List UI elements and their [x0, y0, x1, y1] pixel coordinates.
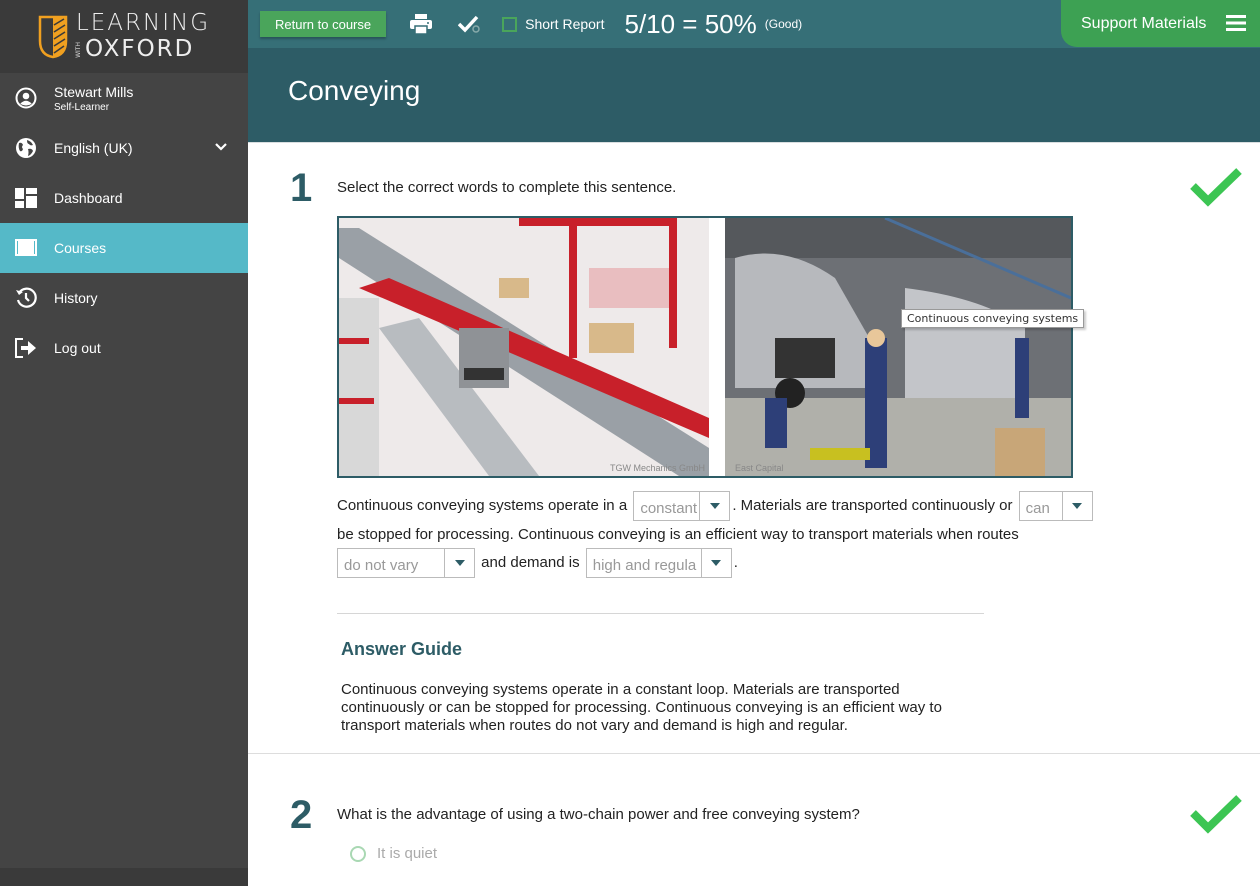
answer-guide-text: Continuous conveying systems operate in … [341, 681, 942, 734]
sidebar-item-courses[interactable]: Courses [0, 223, 248, 273]
dashboard-icon [14, 186, 38, 210]
chevron-down-icon [214, 139, 228, 155]
book-icon [14, 236, 38, 260]
sidebar-item-label: History [54, 290, 98, 306]
image-credit: TGW Mechanics GmbH [609, 463, 705, 473]
dropdown-value: can [1025, 500, 1050, 517]
sentence-text: be stopped for processing. Continuous co… [337, 526, 1019, 543]
caret-down-icon[interactable] [444, 549, 474, 577]
sidebar-item-logout[interactable]: Log out [0, 323, 248, 373]
gap-dropdown-2[interactable]: can [1018, 491, 1093, 521]
logo-line2: OXFORD [84, 36, 195, 62]
caret-down-icon[interactable] [1061, 492, 1092, 520]
radio-button[interactable] [350, 845, 366, 862]
language-selector[interactable]: English (UK) [0, 123, 248, 173]
option-label: It is quiet [377, 845, 438, 862]
user-circle-icon [14, 86, 38, 110]
user-profile[interactable]: Stewart Mills Self-Learner [0, 73, 248, 123]
globe-icon [14, 136, 38, 160]
dropdown-value: do not vary [344, 557, 419, 574]
short-report-toggle[interactable]: Short Report [502, 16, 604, 32]
image-credit: East Capital [735, 463, 784, 473]
gap-dropdown-3[interactable]: do not vary [337, 548, 475, 578]
gap-dropdown-1[interactable]: constant [633, 491, 731, 521]
question-prompt: What is the advantage of using a two-cha… [337, 806, 860, 823]
question-image: TGW Mechanics GmbH East Capital [337, 216, 1073, 478]
return-to-course-button[interactable]: Return to course [260, 11, 387, 37]
gap-dropdown-4[interactable]: high and regula [585, 548, 732, 578]
answer-guide-title: Answer Guide [341, 639, 463, 659]
logo-with: WITH [74, 41, 82, 58]
sidebar-item-dashboard[interactable]: Dashboard [0, 173, 248, 223]
short-report-label: Short Report [525, 16, 605, 32]
dropdown-value: constant [640, 500, 698, 517]
support-materials-label: Support Materials [1081, 14, 1207, 32]
page-title: Conveying [288, 75, 421, 106]
activity-content: 1 Select the correct words to complete t… [248, 143, 1260, 886]
image-tooltip: Continuous conveying systems [901, 309, 1085, 328]
support-materials-button[interactable]: Support Materials [1061, 0, 1260, 47]
sidebar-item-history[interactable]: History [0, 273, 248, 323]
logo[interactable]: LEARNING WITH OXFORD [0, 0, 248, 73]
sidebar-footer [0, 868, 248, 886]
sentence-text: . [733, 553, 738, 571]
divider [337, 613, 984, 614]
check-settings-icon[interactable] [458, 14, 482, 34]
car-assembly-photo: East Capital [725, 218, 1071, 476]
score-label: (Good) [764, 17, 803, 31]
sentence-text: Continuous conveying systems operate in … [337, 496, 628, 514]
history-icon [14, 286, 38, 310]
gap-fill-sentence: Continuous conveying systems operate in … [337, 491, 1167, 578]
correct-check-icon [1190, 794, 1242, 839]
score-value: 5/10 = 50% [624, 8, 757, 39]
sentence-text: and demand is [481, 553, 580, 571]
shield-logo-icon [38, 15, 68, 58]
section-divider [248, 753, 1260, 754]
sidebar-item-label: Log out [54, 340, 101, 356]
short-report-checkbox[interactable] [502, 16, 518, 32]
logo-line1: LEARNING [75, 10, 211, 36]
question-prompt: Select the correct words to complete thi… [337, 179, 677, 196]
sidebar-item-label: Courses [54, 240, 107, 256]
logout-icon [14, 336, 38, 360]
user-role: Self-Learner [54, 101, 110, 113]
correct-check-icon [1190, 167, 1242, 212]
conveyor-photo: TGW Mechanics GmbH [339, 218, 709, 476]
caret-down-icon[interactable] [699, 492, 729, 520]
toolbar: Return to course Short Report 5/10 = 50%… [248, 0, 1260, 48]
question-number: 1 [290, 166, 313, 210]
hamburger-icon[interactable] [1226, 15, 1246, 36]
printer-icon[interactable] [410, 14, 433, 34]
question-number: 2 [290, 793, 313, 837]
answer-option[interactable]: It is quiet [350, 845, 437, 862]
dropdown-value: high and regula [592, 557, 697, 574]
language-label: English (UK) [54, 140, 133, 156]
sidebar-item-label: Dashboard [54, 190, 123, 206]
user-name: Stewart Mills [54, 83, 134, 100]
caret-down-icon[interactable] [701, 549, 731, 577]
sentence-text: . Materials are transported continuously… [732, 496, 1013, 514]
sidebar: LEARNING WITH OXFORD Stewart Mills Self-… [0, 0, 248, 886]
page-header: Conveying [248, 48, 1260, 143]
